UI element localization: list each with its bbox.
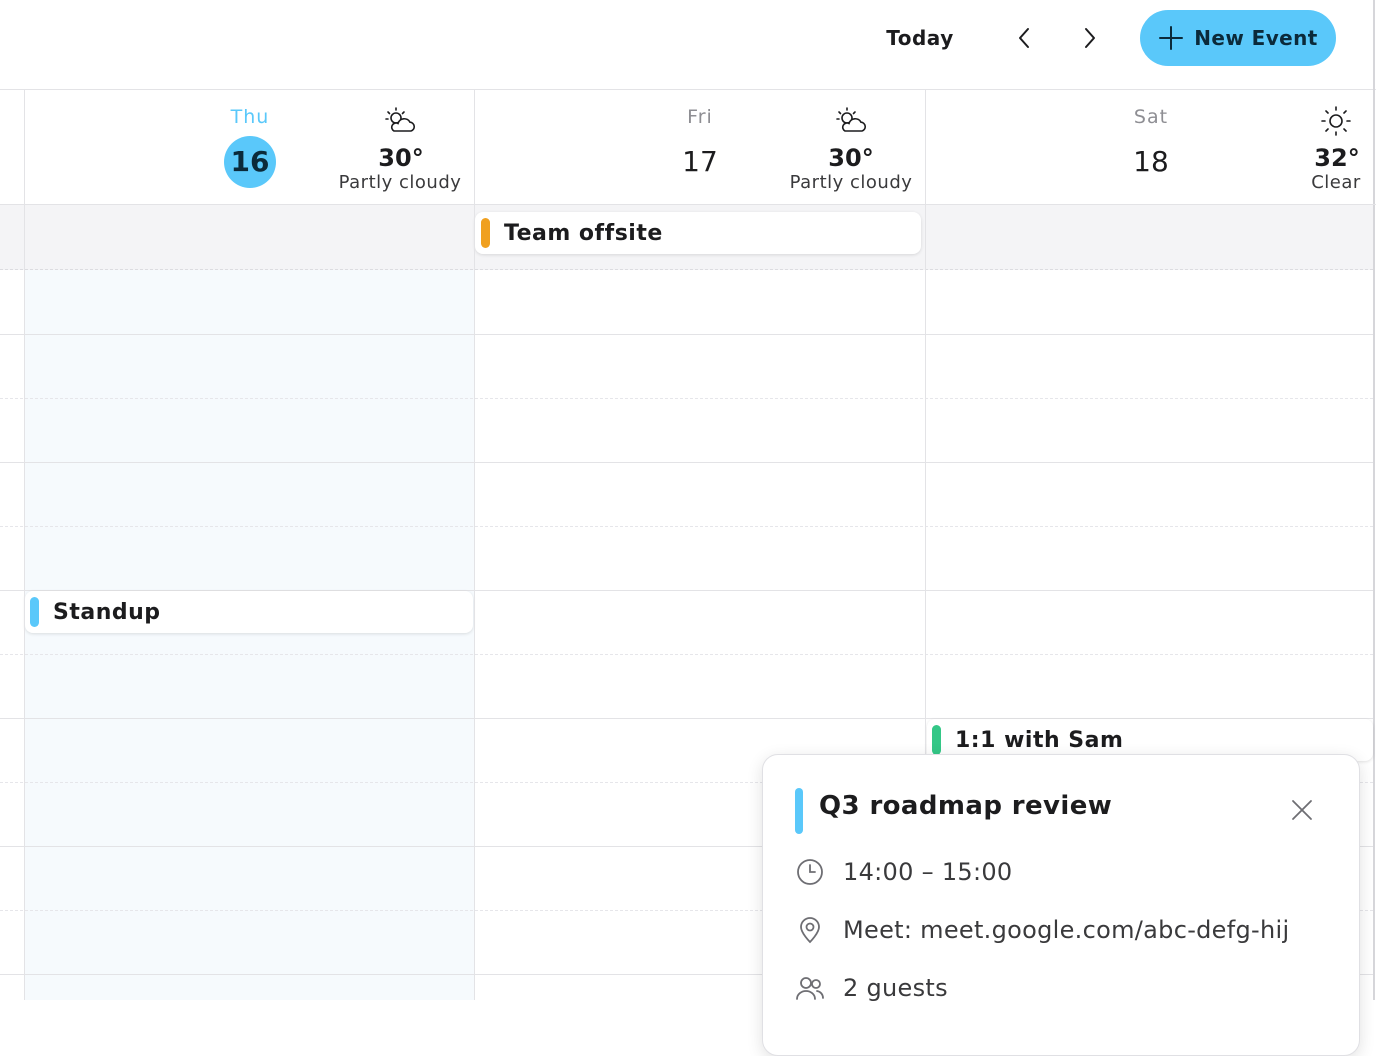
day-of-week: Fri (687, 106, 713, 128)
temperature: 32° (1314, 144, 1360, 172)
column-divider (24, 90, 25, 1000)
hour-line (0, 334, 1373, 335)
all-day-event[interactable]: Team offsite (475, 212, 921, 254)
half-hour-line (0, 398, 1373, 399)
chevron-left-icon (1019, 28, 1029, 48)
day-of-week: Sat (1133, 106, 1169, 128)
clock-icon (797, 859, 823, 885)
date-number: 17 (682, 145, 718, 178)
next-button[interactable] (1070, 18, 1110, 58)
weather-condition: Partly cloudy (789, 172, 913, 193)
half-hour-line (0, 526, 1373, 527)
close-button[interactable] (1287, 795, 1317, 825)
new-event-button[interactable]: New Event (1140, 10, 1336, 66)
today-column (25, 270, 474, 1000)
weather-condition: Partly cloudy (338, 172, 462, 193)
day-header-row: Thu 16 30° Partly cloudy Fri 17 30° Part… (0, 90, 1376, 205)
sun-icon (1321, 106, 1351, 136)
partly-cloudy-icon (385, 107, 415, 132)
weather-condition: Clear (1311, 172, 1361, 193)
day-header-sat[interactable]: Sat 18 32° Clear (926, 90, 1373, 204)
event-details-popover: Q3 roadmap review 14:00 – 15:00 Meet: me… (762, 754, 1360, 1056)
event-standup[interactable]: Standup (25, 591, 473, 633)
hour-line (0, 462, 1373, 463)
column-divider (474, 90, 475, 1000)
event-time: 14:00 – 15:00 (843, 858, 1013, 886)
event-title: Standup (53, 599, 161, 625)
toolbar: Today New Event (0, 0, 1376, 90)
plus-icon (1159, 26, 1184, 50)
day-of-week: Thu (230, 106, 270, 128)
event-title: Team offsite (504, 220, 663, 246)
half-hour-line (0, 654, 1373, 655)
event-color-bar (30, 597, 39, 627)
event-time-row: 14:00 – 15:00 (795, 857, 1013, 887)
guests-icon (796, 977, 824, 1000)
day-header-thu[interactable]: Thu 16 30° Partly cloudy (25, 90, 474, 204)
today-button[interactable]: Today (870, 18, 970, 58)
chevron-right-icon (1085, 28, 1095, 48)
date-number: 18 (1133, 145, 1169, 178)
event-guests[interactable]: 2 guests (843, 974, 948, 1002)
event-color-bar (932, 725, 941, 755)
close-icon (1292, 800, 1312, 820)
event-location[interactable]: Meet: meet.google.com/abc-defg-hij (843, 916, 1289, 944)
event-color-bar (795, 788, 803, 834)
today-date-badge: 16 (224, 136, 276, 188)
new-event-label: New Event (1194, 26, 1318, 50)
event-title: Q3 roadmap review (819, 791, 1113, 821)
day-header-fri[interactable]: Fri 17 30° Partly cloudy (475, 90, 925, 204)
event-title: 1:1 with Sam (955, 727, 1124, 753)
all-day-row: Team offsite (0, 205, 1373, 270)
partly-cloudy-icon (836, 107, 866, 132)
location-pin-icon (800, 917, 820, 944)
temperature: 30° (828, 144, 874, 172)
previous-button[interactable] (1004, 18, 1044, 58)
temperature: 30° (378, 144, 424, 172)
event-color-bar (481, 218, 490, 248)
event-location-row: Meet: meet.google.com/abc-defg-hij (795, 915, 1289, 945)
event-guests-row: 2 guests (795, 973, 948, 1003)
